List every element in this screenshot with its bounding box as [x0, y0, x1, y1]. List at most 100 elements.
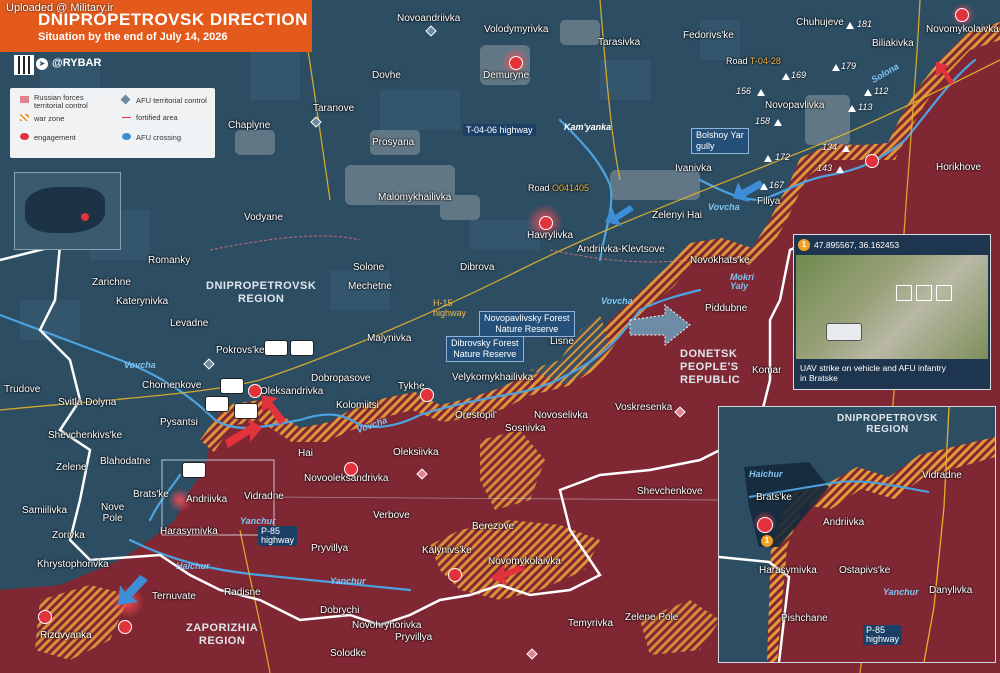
place-kalynivske: Kalynivs'ke [422, 545, 472, 556]
position-triangle-icon [832, 64, 840, 71]
position-triangle-icon [848, 105, 856, 112]
position-triangle-icon [774, 119, 782, 126]
armor-unit-icon [290, 340, 314, 356]
photo-badge: 1 [798, 239, 810, 251]
place-romanky: Romanky [148, 255, 191, 266]
place-tarasivka: Tarasivka [598, 37, 641, 48]
legend-russian: Russian forces territorial control [34, 93, 88, 110]
place-orestopil: Orestopil' [455, 410, 497, 421]
place-chornenkove: Chornenkove [142, 380, 202, 391]
legend-fortified: fortified area [136, 113, 178, 122]
armor-unit-icon [220, 378, 244, 394]
engagement-icon [448, 568, 462, 582]
engagement-icon [118, 620, 132, 634]
road-t0428-code: T-04-28 [749, 56, 781, 66]
callout-bolshoy-yar: Bolshoy Yar gully [691, 128, 749, 154]
vehicle-icon [826, 323, 862, 341]
legend-engagement-swatch [20, 133, 29, 140]
inset-river-haichur: Haichur [749, 469, 783, 479]
place-trudove: Trudove [4, 384, 41, 395]
place-radisne: Radisne [224, 587, 261, 598]
inset-badge: 1 [761, 535, 773, 547]
position-167: 167 [769, 180, 785, 190]
place-harasymivka: Harasymivka [160, 526, 218, 537]
engagement-icon [344, 462, 358, 476]
photo-caption: UAV strike on vehicle and AFU infantry i… [800, 363, 946, 383]
place-pryvillya: Pryvillya [311, 543, 349, 554]
place-prosyana: Prosyana [372, 137, 415, 148]
place-komar: Komar [752, 365, 782, 376]
engagement-icon [955, 8, 969, 22]
inset-place-andriivka: Andriivka [823, 517, 865, 528]
engagement-icon [539, 216, 553, 230]
place-havrylivka: Havrylivka [527, 230, 574, 241]
armor-unit-icon [182, 462, 206, 478]
place-verbove: Verbove [373, 510, 410, 521]
place-nove-pole: Nove Pole [101, 502, 125, 524]
place-solodke: Solodke [330, 648, 367, 659]
place-samiilivka: Samiilivka [22, 505, 68, 516]
place-fedorivske: Fedorivs'ke [683, 30, 734, 41]
position-179: 179 [841, 61, 857, 71]
legend-afu: AFU territorial control [136, 96, 207, 105]
qr-code [14, 55, 34, 75]
place-temyrivka: Temyrivka [568, 618, 614, 629]
place-shevchenkivske: Shevchenkivs'ke [48, 430, 123, 441]
river-kamyanka: Kam'yanka [564, 122, 612, 132]
position-triangle-icon [757, 89, 765, 96]
place-berezove: Berezove [472, 521, 515, 532]
place-pysantsi: Pysantsi [160, 417, 198, 428]
inset-place-ostapivske: Ostapivs'ke [839, 565, 891, 576]
armor-unit-icon [205, 396, 229, 412]
place-malomykhailivka: Malomykhailivka [378, 192, 452, 203]
locator-country-shape [25, 187, 105, 233]
place-novomykolaivka-ne: Novomykolaivka [926, 24, 999, 35]
place-andriivka-klevtsove: Andriivka-Klevtsove [577, 244, 665, 255]
river-vovcha-ne: Vovcha [708, 202, 740, 212]
position-triangle-icon [846, 22, 854, 29]
position-triangle-icon [782, 73, 790, 80]
inset-place-harasymivka: Harasymivka [759, 565, 817, 576]
engagement-icon [420, 388, 434, 402]
position-triangle-icon [842, 145, 850, 152]
legend-fortified-swatch [122, 117, 131, 118]
place-lisne: Lisne [550, 336, 574, 347]
place-levadne: Levadne [170, 318, 209, 329]
legend-war-zone: war zone [34, 114, 65, 123]
uav-photo [796, 255, 988, 359]
road-t0406: T-04-06 highway [463, 124, 536, 136]
position-triangle-icon [760, 183, 768, 190]
armor-unit-icon [234, 403, 258, 419]
place-ternuvate: Ternuvate [152, 591, 196, 602]
place-demuryne: Demuryne [483, 70, 530, 81]
place-vidradne: Vidradne [244, 491, 284, 502]
place-hai: Hai [298, 448, 314, 459]
place-svitla-dolyna: Svitla Dolyna [58, 397, 117, 408]
position-181: 181 [857, 19, 873, 29]
river-yanchur: Yanchur [240, 516, 276, 526]
inset-canvas [719, 407, 995, 662]
river-mokri-yaly: Mokri Yaly [730, 272, 755, 291]
position-158: 158 [755, 116, 771, 126]
engagement-icon [509, 56, 523, 70]
position-156: 156 [736, 86, 752, 96]
place-novoandriivka: Novoandriivka [397, 13, 461, 24]
place-dobrychi: Dobrychi [320, 605, 360, 616]
place-rizdvyanka: Rizdvyanka [40, 630, 92, 641]
road-h15: H-15 highway [433, 298, 467, 318]
photo-coordinates: 47.895567, 36.162453 [814, 240, 900, 250]
target-marker-icon [896, 285, 912, 301]
position-143: 143 [817, 163, 833, 173]
place-chaplyne: Chaplyne [228, 120, 271, 131]
inset-place-bratske: Brats'ke [756, 492, 792, 503]
inset-map[interactable]: DNIPROPETROVSK REGION Brats'ke Andriivka… [718, 406, 996, 663]
engagement-icon [38, 610, 52, 624]
place-chuhujeve: Chuhujeve [796, 17, 844, 28]
river-yanchur-2: Yanchur [330, 576, 366, 586]
place-novomykolaivka-s: Novomykolaivka [488, 556, 561, 567]
place-volodymyrivka: Volodymyrivka [484, 24, 549, 35]
region-donetsk: DONETSK PEOPLE'S REPUBLIC [680, 348, 741, 386]
place-mechetne: Mechetne [348, 281, 392, 292]
place-zelene: Zelene [56, 462, 87, 473]
photo-panel[interactable]: 1 47.895567, 36.162453 UAV strike on veh… [793, 234, 991, 390]
